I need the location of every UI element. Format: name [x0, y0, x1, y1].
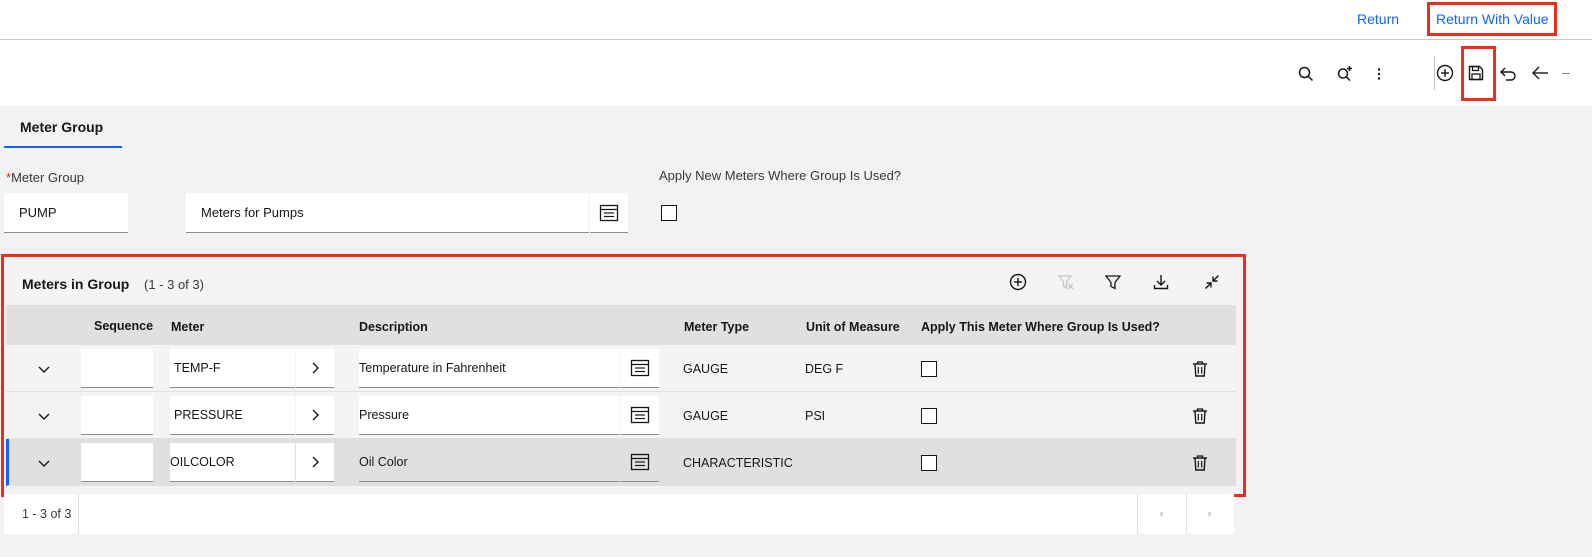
unit-value: PSI	[805, 409, 826, 423]
apply-meter-checkbox[interactable]	[921, 361, 937, 377]
long-description-icon[interactable]	[621, 396, 659, 435]
table-row: TEMP-F Temperature in Fahrenheit GAUGE D…	[6, 345, 1236, 392]
header-meter-type[interactable]: Meter Type	[684, 320, 749, 334]
top-bar: Return Return With Value	[0, 0, 1592, 40]
toolbar	[0, 40, 1592, 106]
table-title: Meters in Group	[22, 276, 130, 292]
chevron-down-icon[interactable]	[30, 402, 58, 430]
meters-in-group-panel: Meters in Group (1 - 3 of 3) Sequence Me…	[4, 257, 1238, 491]
table-row-selected: OILCOLOR Oil Color CHARACTERISTIC	[6, 439, 1236, 486]
return-with-value-link[interactable]: Return With Value	[1436, 11, 1549, 27]
description-input[interactable]: Pressure	[359, 396, 620, 435]
header-sequence[interactable]: Sequence	[94, 319, 153, 333]
collapse-icon[interactable]	[1198, 268, 1226, 296]
description-input[interactable]: Temperature in Fahrenheit	[359, 349, 620, 388]
meter-input[interactable]: TEMP-F	[170, 349, 295, 388]
footer-divider	[1186, 494, 1187, 534]
trash-icon[interactable]	[1186, 402, 1214, 430]
add-icon[interactable]	[1431, 59, 1459, 87]
save-icon[interactable]	[1462, 59, 1490, 87]
pagination-count: 1 - 3 of 3	[22, 507, 72, 521]
next-page-icon[interactable]	[1196, 500, 1224, 528]
apply-meter-checkbox[interactable]	[921, 455, 937, 471]
long-description-icon[interactable]	[621, 349, 659, 388]
search-icon[interactable]	[1292, 60, 1320, 88]
chevron-right-icon[interactable]	[296, 396, 334, 435]
filter-icon[interactable]	[1099, 268, 1127, 296]
search-plus-icon[interactable]	[1331, 60, 1359, 88]
header-meter[interactable]: Meter	[171, 320, 204, 334]
meter-type-value: GAUGE	[683, 409, 729, 423]
footer-divider	[78, 494, 79, 534]
clear-filter-icon	[1052, 268, 1080, 296]
meter-type-value: CHARACTERISTIC	[683, 456, 793, 470]
previous-page-icon[interactable]	[1147, 500, 1175, 528]
header-description[interactable]: Description	[359, 320, 428, 334]
add-row-icon[interactable]	[1004, 268, 1032, 296]
chevron-right-icon[interactable]	[296, 349, 334, 388]
long-description-icon[interactable]	[590, 193, 628, 233]
sequence-input[interactable]	[81, 396, 153, 435]
apply-new-meters-checkbox[interactable]	[661, 205, 677, 221]
table-footer: 1 - 3 of 3	[4, 494, 1234, 534]
footer-divider	[1137, 494, 1138, 534]
trash-icon[interactable]	[1186, 449, 1214, 477]
table-header: Sequence Meter Description Meter Type Un…	[6, 305, 1236, 345]
overflow-menu-icon[interactable]	[1365, 60, 1393, 88]
chevron-down-icon[interactable]	[30, 355, 58, 383]
return-link[interactable]: Return	[1357, 11, 1399, 27]
table-row: PRESSURE Pressure GAUGE PSI	[6, 392, 1236, 439]
long-description-icon[interactable]	[621, 443, 659, 482]
chevron-down-icon[interactable]	[30, 449, 58, 477]
unit-value: DEG F	[805, 362, 844, 376]
trash-icon[interactable]	[1186, 355, 1214, 383]
description-field[interactable]: Meters for Pumps	[186, 193, 589, 233]
meter-group-field[interactable]: PUMP	[4, 193, 128, 233]
undo-icon[interactable]	[1494, 59, 1522, 87]
description-input[interactable]: Oil Color	[359, 443, 620, 482]
meter-group-label-text: Meter Group	[11, 170, 85, 185]
sequence-input[interactable]	[81, 443, 153, 482]
chevron-right-icon[interactable]	[296, 443, 334, 482]
meter-input[interactable]: PRESSURE	[170, 396, 295, 435]
table-count: (1 - 3 of 3)	[144, 277, 204, 292]
header-apply-meter[interactable]: Apply This Meter Where Group Is Used?	[921, 320, 1160, 334]
header-unit-of-measure[interactable]: Unit of Measure	[806, 320, 900, 334]
tab-meter-group[interactable]: Meter Group	[4, 108, 122, 148]
meter-group-label: *Meter Group	[6, 170, 84, 185]
apply-meter-checkbox[interactable]	[921, 408, 937, 424]
apply-new-meters-label: Apply New Meters Where Group Is Used?	[659, 168, 902, 183]
sequence-input[interactable]	[81, 349, 153, 388]
toolbar-overflow-edge	[1562, 73, 1570, 74]
meter-type-value: GAUGE	[683, 362, 729, 376]
meter-input[interactable]: OILCOLOR	[170, 443, 295, 482]
back-arrow-icon[interactable]	[1526, 59, 1554, 87]
download-icon[interactable]	[1147, 268, 1175, 296]
